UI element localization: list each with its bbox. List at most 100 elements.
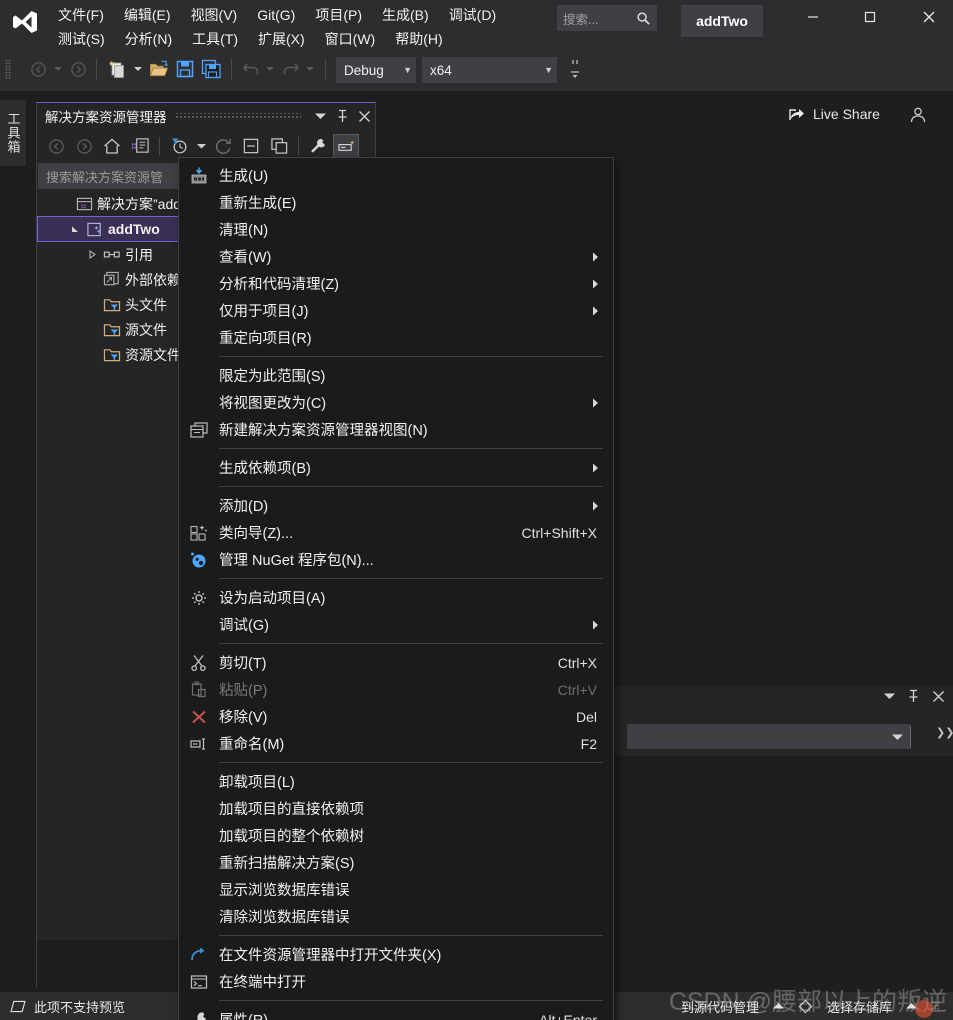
- solution-explorer-dropdown-icon[interactable]: [309, 105, 331, 127]
- solution-explorer-close-icon[interactable]: [353, 105, 375, 127]
- menu-item-26[interactable]: 卸载项目(L): [179, 768, 613, 795]
- menu-item-15[interactable]: 类向导(Z)... Ctrl+Shift+X: [179, 519, 613, 546]
- menu-item-label: 在终端中打开: [219, 975, 306, 991]
- properties-wrench-icon[interactable]: [305, 134, 331, 158]
- home-icon[interactable]: [99, 134, 125, 158]
- preview-selected-items-icon[interactable]: [333, 134, 359, 158]
- back-icon[interactable]: [43, 134, 69, 158]
- save-icon[interactable]: [172, 55, 198, 83]
- right-panel-overflow-icon[interactable]: ❯❯: [936, 726, 953, 739]
- maximize-button[interactable]: [847, 0, 893, 34]
- menu-item-1[interactable]: 重新生成(E): [179, 189, 613, 216]
- startup-project-gear-icon: [179, 589, 219, 607]
- menu-project[interactable]: 项目(P): [305, 4, 372, 27]
- menu-item-31[interactable]: 清除浏览数据库错误: [179, 903, 613, 930]
- menu-item-16[interactable]: 管理 NuGet 程序包(N)...: [179, 546, 613, 573]
- search-icon: [636, 11, 651, 26]
- menu-item-8[interactable]: 限定为此范围(S): [179, 362, 613, 389]
- platform-combo[interactable]: x64 ▼: [422, 57, 557, 83]
- menu-item-30[interactable]: 显示浏览数据库错误: [179, 876, 613, 903]
- menu-item-10[interactable]: 新建解决方案资源管理器视图(N): [179, 416, 613, 443]
- undo-dropdown-icon[interactable]: [263, 55, 277, 83]
- project-name-chip[interactable]: addTwo: [681, 5, 763, 37]
- source-control-chevron-icon[interactable]: [772, 1002, 784, 1010]
- save-all-icon[interactable]: [198, 55, 224, 83]
- menu-item-23[interactable]: 移除(V) Del: [179, 703, 613, 730]
- menu-item-36[interactable]: 属性(R)Alt+Enter: [179, 1006, 613, 1020]
- toolbox-tab[interactable]: 工具箱: [0, 100, 26, 166]
- toolbox-tab-label: 工具箱: [5, 112, 21, 154]
- configuration-combo[interactable]: Debug ▼: [336, 57, 416, 83]
- collapse-all-icon[interactable]: [238, 134, 264, 158]
- menu-item-27[interactable]: 加载项目的直接依赖项: [179, 795, 613, 822]
- undo-icon[interactable]: [240, 55, 262, 83]
- menu-item-4[interactable]: 分析和代码清理(Z): [179, 270, 613, 297]
- menu-item-33[interactable]: 在文件资源管理器中打开文件夹(X): [179, 941, 613, 968]
- menu-item-label: 加载项目的直接依赖项: [219, 802, 364, 818]
- menu-item-29[interactable]: 重新扫描解决方案(S): [179, 849, 613, 876]
- pending-changes-filter-icon[interactable]: [166, 134, 192, 158]
- solution-explorer-pin-icon[interactable]: [331, 105, 353, 127]
- refresh-icon[interactable]: [210, 134, 236, 158]
- sync-with-document-icon[interactable]: [127, 134, 153, 158]
- menu-item-label: 仅用于项目(J): [219, 304, 309, 320]
- menu-item-shortcut: Del: [575, 708, 597, 725]
- panel-close-icon[interactable]: [932, 690, 945, 703]
- menu-git[interactable]: Git(G): [247, 4, 305, 27]
- account-icon[interactable]: [908, 105, 928, 125]
- menu-item-2[interactable]: 清理(N): [179, 216, 613, 243]
- right-panel-combo[interactable]: [627, 724, 911, 749]
- navigate-back-icon[interactable]: [26, 55, 50, 83]
- menu-item-24[interactable]: 重命名(M) F2: [179, 730, 613, 757]
- menu-item-9[interactable]: 将视图更改为(C): [179, 389, 613, 416]
- forward-icon[interactable]: [71, 134, 97, 158]
- menu-item-3[interactable]: 查看(W): [179, 243, 613, 270]
- menu-build[interactable]: 生成(B): [372, 4, 439, 27]
- search-input[interactable]: 搜索...: [557, 5, 657, 31]
- menu-separator: [219, 1000, 603, 1001]
- menu-item-12[interactable]: 生成依赖项(B): [179, 454, 613, 481]
- menu-item-5[interactable]: 仅用于项目(J): [179, 297, 613, 324]
- menu-item-14[interactable]: 添加(D): [179, 492, 613, 519]
- tree-twisty-expanded[interactable]: [66, 225, 84, 234]
- new-project-dropdown-icon[interactable]: [131, 55, 145, 83]
- menu-item-label: 显示浏览数据库错误: [219, 883, 350, 899]
- menu-edit[interactable]: 编辑(E): [114, 4, 181, 27]
- live-share-button[interactable]: Live Share: [788, 105, 880, 123]
- show-all-files-icon[interactable]: [266, 134, 292, 158]
- repo-picker-label[interactable]: 选择存储库: [827, 997, 892, 1016]
- minimize-button[interactable]: [790, 0, 836, 34]
- repo-picker-icon: [798, 999, 813, 1014]
- panel-pin-icon[interactable]: [907, 689, 920, 703]
- navigate-forward-icon[interactable]: [66, 55, 90, 83]
- menu-item-6[interactable]: 重定向项目(R): [179, 324, 613, 351]
- menu-item-21[interactable]: 剪切(T) Ctrl+X: [179, 649, 613, 676]
- filter-dropdown-icon[interactable]: [194, 134, 208, 158]
- toolbar-overflow-icon[interactable]: [566, 55, 584, 83]
- menu-separator: [219, 935, 603, 936]
- open-file-icon[interactable]: [146, 55, 172, 83]
- redo-dropdown-icon[interactable]: [303, 55, 317, 83]
- toolbar-grip[interactable]: [5, 59, 11, 79]
- live-share-icon: [788, 105, 806, 123]
- menu-item-19[interactable]: 调试(G): [179, 611, 613, 638]
- navigate-back-dropdown-icon[interactable]: [51, 55, 65, 83]
- menu-view[interactable]: 视图(V): [181, 4, 248, 27]
- tree-twisty-collapsed[interactable]: [83, 250, 101, 259]
- source-control-status[interactable]: 到源代码管理: [681, 997, 759, 1016]
- redo-icon[interactable]: [280, 55, 302, 83]
- menu-item-label: 管理 NuGet 程序包(N)...: [219, 553, 374, 569]
- new-project-icon[interactable]: [104, 55, 130, 83]
- menu-item-28[interactable]: 加载项目的整个依赖树: [179, 822, 613, 849]
- titlebar-drag-dots[interactable]: [174, 113, 301, 119]
- close-button[interactable]: [906, 0, 952, 34]
- menu-item-34[interactable]: 在终端中打开: [179, 968, 613, 995]
- menu-item-18[interactable]: 设为启动项目(A): [179, 584, 613, 611]
- tree-label: 引用: [125, 246, 153, 263]
- submenu-arrow-icon: [592, 398, 599, 408]
- visual-studio-window: 文件(F) 编辑(E) 视图(V) Git(G) 项目(P) 生成(B) 调试(…: [0, 0, 953, 1020]
- panel-dropdown-icon[interactable]: [884, 692, 895, 700]
- menu-item-0[interactable]: 生成(U): [179, 162, 613, 189]
- menu-file[interactable]: 文件(F): [48, 4, 114, 27]
- menu-debug[interactable]: 调试(D): [439, 4, 506, 27]
